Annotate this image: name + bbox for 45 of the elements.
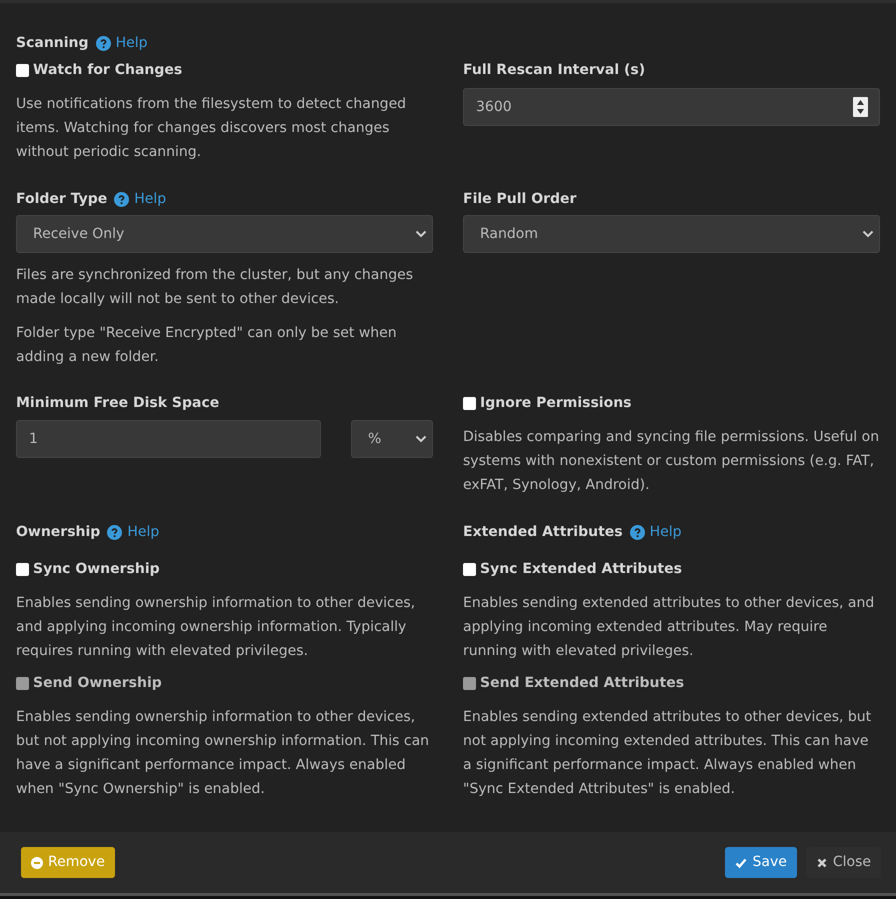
close-icon (816, 856, 828, 868)
chevron-down-icon (415, 230, 427, 238)
section-heading: Ownership (16, 523, 100, 542)
section-heading: Folder Type (16, 190, 108, 209)
select-field[interactable]: Random (463, 215, 880, 253)
input-field[interactable]: 1 (16, 420, 321, 458)
question-circle-icon (114, 192, 130, 206)
help-text: Enables sending extended attributes to other devices, but not applying incoming extended attributes. This can have a significant performance impact. Always enabled when "Sync Extended Attributes" is enabled. (463, 708, 872, 799)
help-link[interactable]: Help (114, 187, 166, 211)
help-text: Files are synchronized from the cluster, but any changes made locally will not be sent to other devices. (16, 266, 414, 309)
field-label: Minimum Free Disk Space (16, 394, 220, 413)
checkbox-label[interactable]: Ignore Permissions (480, 391, 632, 415)
checkbox[interactable] (463, 562, 476, 576)
spinner-icon (853, 97, 868, 117)
section-heading: Extended Attributes (463, 523, 623, 542)
help-text: Folder type "Receive Encrypted" can only be set when adding a new folder. (16, 324, 398, 367)
help-text: Enables sending ownership information to other devices, but not applying incoming ownership information. This can have a significant performance impact. Always enabled when "Sync Ownership" is enabled. (16, 708, 430, 799)
help-text: Use notifications from the filesystem to detect changed items. Watching for changes discovers most changes without periodic scanning. (16, 95, 408, 162)
checkbox[interactable] (16, 562, 29, 576)
checkbox-label[interactable]: Sync Extended Attributes (480, 557, 682, 581)
question-circle-icon (630, 524, 645, 540)
chevron-down-icon (862, 230, 874, 238)
save-button[interactable]: Save (725, 847, 797, 878)
unit-select[interactable]: % (351, 420, 433, 458)
help-link[interactable]: Help (107, 520, 160, 544)
number-field[interactable]: 3600 (463, 88, 880, 126)
select-field[interactable]: Receive Only (16, 215, 433, 253)
section-heading: Scanning (16, 34, 89, 53)
close-button[interactable]: Close (806, 847, 881, 878)
help-text: Enables sending ownership information to other devices, and applying incoming ownership information. Typically requires running with elevated privileges. (16, 594, 416, 661)
help-text: Enables sending extended attributes to other devices, and applying incoming extended attributes. May require running with elevated privileges. (463, 594, 876, 661)
checkbox-label[interactable]: Watch for Changes (33, 58, 182, 82)
minus-circle-icon (31, 856, 43, 868)
help-link[interactable]: Help (630, 520, 682, 544)
help-text: Disables comparing and syncing file permissions. Useful on systems with nonexistent or custom permissions (e.g. FAT, exFAT, Synology, Android). (463, 428, 880, 495)
question-circle-icon (107, 524, 122, 540)
checkbox[interactable] (463, 396, 476, 410)
checkbox-label[interactable]: Sync Ownership (33, 557, 160, 581)
field-label: Full Rescan Interval (s) (463, 61, 646, 80)
question-circle-icon (96, 36, 111, 50)
check-icon (735, 856, 748, 868)
section-heading: File Pull Order (463, 190, 576, 209)
chevron-down-icon (415, 435, 427, 443)
help-link[interactable]: Help (96, 31, 148, 55)
checkbox[interactable] (16, 64, 29, 76)
